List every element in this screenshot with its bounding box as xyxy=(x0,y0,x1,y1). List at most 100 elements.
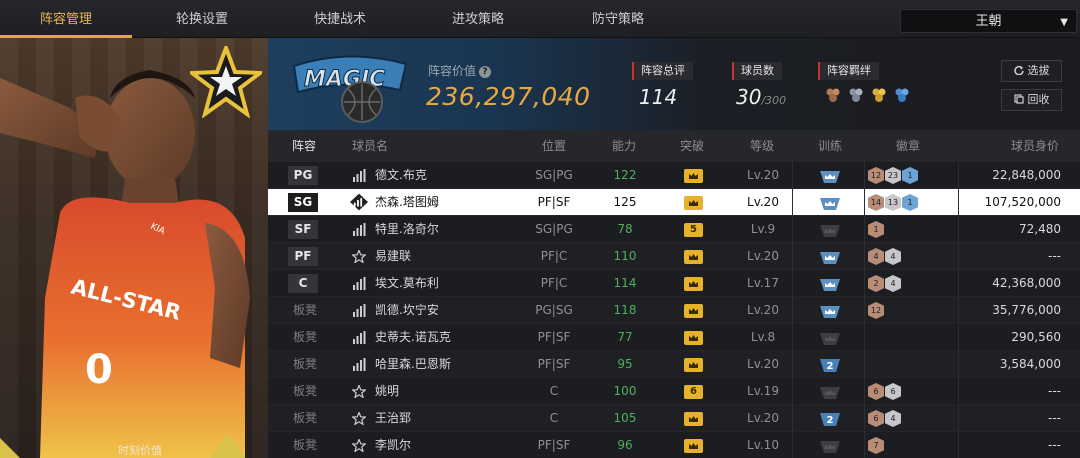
bond-gold-icon[interactable] xyxy=(870,86,888,104)
player-position: C xyxy=(549,411,559,425)
player-position: SG|PG xyxy=(535,222,573,236)
bond-bronze-icon[interactable] xyxy=(824,86,842,104)
badge-group: 66 xyxy=(868,383,901,400)
player-name[interactable]: 王治郅 xyxy=(375,405,411,432)
tab-quick-tactics[interactable]: 快捷战术 xyxy=(278,0,402,38)
blue-badge-icon[interactable]: 1 xyxy=(902,194,918,211)
bronze-badge-icon[interactable]: 2 xyxy=(868,275,884,292)
overall-rating-label: 阵容总评 xyxy=(632,62,693,80)
bronze-badge-icon[interactable]: 14 xyxy=(868,194,884,211)
player-ability: 110 xyxy=(613,249,637,263)
player-name[interactable]: 德文.布克 xyxy=(375,162,427,189)
rank-bars-icon xyxy=(353,304,366,317)
player-value: 35,776,000 xyxy=(992,303,1061,317)
legend-star-icon xyxy=(352,250,366,263)
training-locked-icon[interactable] xyxy=(819,437,841,454)
col-ability[interactable]: 能力 xyxy=(612,130,636,162)
bronze-badge-icon[interactable]: 12 xyxy=(868,167,884,184)
col-level[interactable]: 等级 xyxy=(750,130,774,162)
player-name[interactable]: 埃文.莫布利 xyxy=(375,270,439,297)
col-lineup[interactable]: 阵容 xyxy=(292,130,316,162)
bronze-badge-icon[interactable]: 6 xyxy=(868,383,884,400)
tab-defense-strategy[interactable]: 防守策略 xyxy=(556,0,680,38)
player-level: Lv.20 xyxy=(747,195,779,209)
player-value: 290,560 xyxy=(1011,330,1061,344)
silver-badge-icon[interactable]: 23 xyxy=(885,167,901,184)
player-name[interactable]: 姚明 xyxy=(375,378,399,405)
recycle-button[interactable]: 回收 xyxy=(1001,89,1062,111)
player-name[interactable]: 特里.洛奇尔 xyxy=(375,216,439,243)
tab-lineup-management[interactable]: 阵容管理 xyxy=(0,0,132,38)
column-divider xyxy=(958,162,959,458)
breakthrough-crown-icon xyxy=(684,331,703,345)
badge-group: 12 xyxy=(868,302,884,319)
recycle-icon xyxy=(1013,94,1024,104)
legend-star-icon xyxy=(352,385,366,398)
help-icon[interactable]: ? xyxy=(479,66,492,78)
training-level-icon[interactable]: 2 xyxy=(819,356,841,373)
orlando-magic-logo: MAGIC xyxy=(292,55,408,123)
col-player-name[interactable]: 球员名 xyxy=(352,130,388,162)
training-locked-icon[interactable] xyxy=(819,383,841,400)
lineup-slot-bench: 板凳 xyxy=(293,438,318,452)
bronze-badge-icon[interactable]: 1 xyxy=(868,221,884,238)
training-crown-icon[interactable] xyxy=(819,167,841,184)
bronze-badge-icon[interactable]: 12 xyxy=(868,302,884,319)
bronze-badge-icon[interactable]: 4 xyxy=(868,248,884,265)
silver-badge-icon[interactable]: 4 xyxy=(885,275,901,292)
breakthrough-crown-icon xyxy=(684,196,703,210)
player-value: --- xyxy=(1048,249,1061,263)
player-level: Lv.9 xyxy=(750,222,776,236)
silver-badge-icon[interactable]: 13 xyxy=(885,194,901,211)
blue-badge-icon[interactable]: 1 xyxy=(902,167,918,184)
player-name[interactable]: 李凯尔 xyxy=(375,432,411,458)
bronze-badge-icon[interactable]: 7 xyxy=(868,437,884,454)
silver-badge-icon[interactable]: 4 xyxy=(885,248,901,265)
lineup-slot-bench: 板凳 xyxy=(293,384,318,398)
player-name[interactable]: 哈里森.巴恩斯 xyxy=(375,351,451,378)
team-select-dropdown[interactable]: 王朝 ▼ xyxy=(900,9,1077,33)
draft-button[interactable]: 选拔 xyxy=(1001,60,1062,82)
player-value: --- xyxy=(1048,411,1061,425)
silver-badge-icon[interactable]: 4 xyxy=(885,410,901,427)
breakthrough-crown-icon xyxy=(684,439,703,453)
training-crown-icon[interactable] xyxy=(819,275,841,292)
silver-badge-icon[interactable]: 6 xyxy=(885,383,901,400)
col-player-value[interactable]: 球员身价 xyxy=(1011,130,1059,162)
bond-icons xyxy=(824,86,911,104)
training-locked-icon[interactable] xyxy=(819,329,841,346)
badge-group: 12 23 1 xyxy=(868,167,918,184)
tab-rotation-settings[interactable]: 轮换设置 xyxy=(140,0,264,38)
col-position[interactable]: 位置 xyxy=(542,130,566,162)
player-name[interactable]: 史蒂夫.诺瓦克 xyxy=(375,324,451,351)
featured-player-card[interactable]: ALL-STAR 0 KIA 时刻价值 xyxy=(0,38,268,458)
training-level-icon[interactable]: 2 xyxy=(819,410,841,427)
top-tab-bar: 阵容管理 轮换设置 快捷战术 进攻策略 防守策略 王朝 ▼ xyxy=(0,0,1080,38)
player-name[interactable]: 凯德.坎宁安 xyxy=(375,297,439,324)
col-breakthrough[interactable]: 突破 xyxy=(680,130,704,162)
player-ability: 105 xyxy=(613,411,637,425)
player-ability: 77 xyxy=(617,330,633,344)
training-crown-icon[interactable] xyxy=(819,302,841,319)
player-position: PF|C xyxy=(540,276,568,290)
bond-silver-icon[interactable] xyxy=(847,86,865,104)
tab-offense-strategy[interactable]: 进攻策略 xyxy=(416,0,540,38)
bronze-badge-icon[interactable]: 6 xyxy=(868,410,884,427)
col-badges[interactable]: 徽章 xyxy=(896,130,920,162)
svg-text:2: 2 xyxy=(827,361,834,372)
player-name[interactable]: 易建联 xyxy=(375,243,411,270)
player-name[interactable]: 杰森.塔图姆 xyxy=(375,189,439,216)
player-position: PF|SF xyxy=(537,195,571,209)
badge-group: 44 xyxy=(868,248,901,265)
bond-blue-icon[interactable] xyxy=(893,86,911,104)
training-locked-icon[interactable] xyxy=(819,221,841,238)
lineup-slot-bench: 板凳 xyxy=(293,303,318,317)
col-training[interactable]: 训练 xyxy=(818,130,842,162)
training-crown-icon[interactable] xyxy=(819,248,841,265)
table-header: 阵容 球员名 位置 能力 突破 等级 训练 徽章 球员身价 xyxy=(268,130,1080,162)
training-crown-icon[interactable] xyxy=(819,194,841,211)
jersey-number: 0 xyxy=(85,347,113,393)
breakthrough-crown-icon xyxy=(684,412,703,426)
player-level: Lv.19 xyxy=(747,384,779,398)
player-level: Lv.20 xyxy=(747,357,779,371)
